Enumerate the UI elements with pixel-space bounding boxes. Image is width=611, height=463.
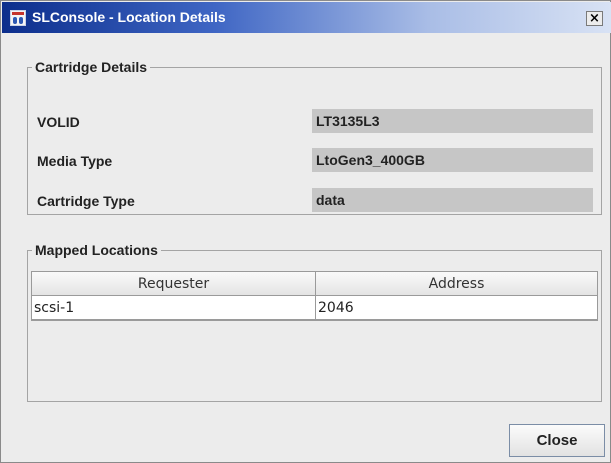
volid-label: VOLID [37,114,80,130]
media-type-value: LtoGen3_400GB [312,148,593,172]
media-type-label: Media Type [37,153,113,169]
mapped-locations-group: Mapped Locations [27,242,602,402]
column-header-address[interactable]: Address [316,272,597,296]
slconsole-app-icon [10,10,26,26]
close-icon[interactable]: × [586,11,603,26]
location-details-dialog: SLConsole - Location Details × Cartridge… [0,0,611,463]
column-header-requester[interactable]: Requester [32,272,316,296]
close-button[interactable]: Close [509,424,605,457]
volid-value: LT3135L3 [312,109,593,133]
cartridge-type-label: Cartridge Type [37,193,135,209]
title-bar[interactable]: SLConsole - Location Details × [2,2,611,33]
cartridge-details-legend: Cartridge Details [35,59,148,75]
table-row-address[interactable]: 2046 [316,296,597,320]
mapped-locations-legend: Mapped Locations [35,242,158,258]
mapped-locations-table: Requester Address scsi-1 2046 [31,271,598,321]
cartridge-type-value: data [312,188,593,212]
window-title: SLConsole - Location Details [32,9,226,25]
table-row-requester[interactable]: scsi-1 [32,296,316,320]
